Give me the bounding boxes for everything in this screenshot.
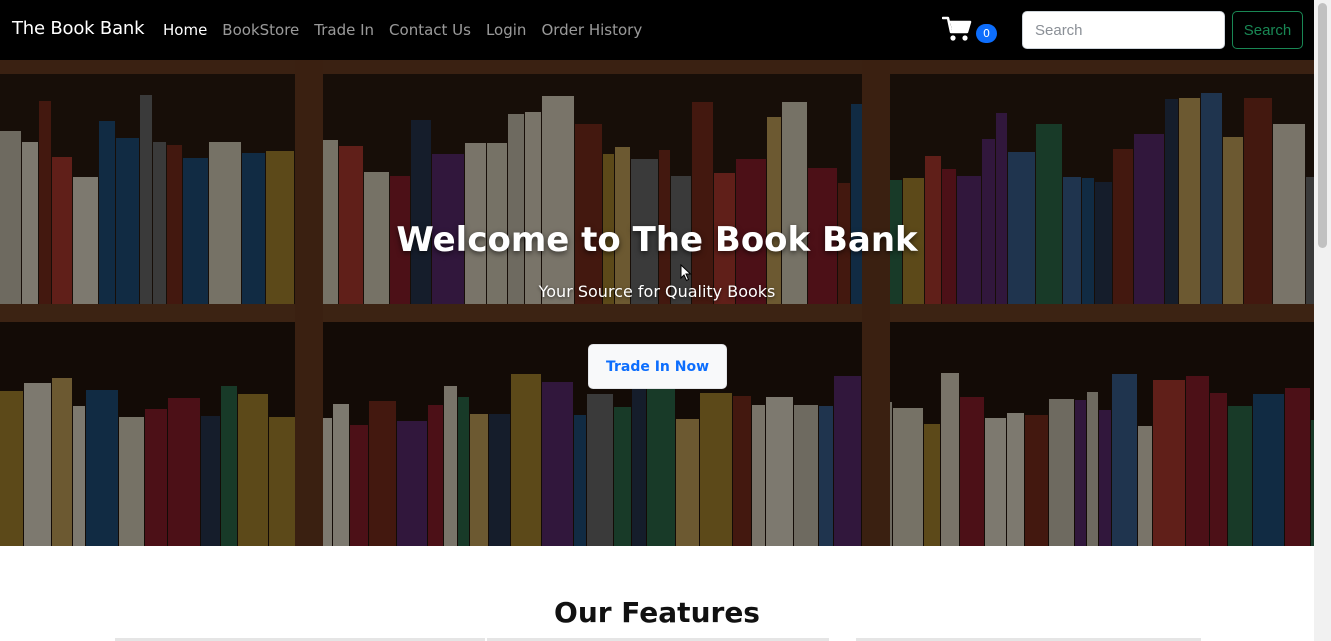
nav-link-order-history[interactable]: Order History [541,21,642,39]
shopping-cart-icon [942,16,972,41]
search-input[interactable] [1022,11,1225,49]
hero-subtitle: Your Source for Quality Books [538,282,776,301]
navbar: The Book Bank Home BookStore Trade In Co… [0,0,1314,60]
search-button[interactable]: Search [1232,11,1303,49]
nav-link-login[interactable]: Login [486,21,526,39]
nav-link-bookstore[interactable]: BookStore [222,21,299,39]
cart-count-badge: 0 [976,24,997,43]
nav-link-contact-us[interactable]: Contact Us [389,21,471,39]
mouse-cursor-icon [680,264,692,282]
hero-title: Welcome to The Book Bank [396,220,918,260]
brand-logo[interactable]: The Book Bank [12,18,145,39]
hero-overlay [0,60,1314,546]
features-heading: Our Features [554,596,760,629]
page-scrollbar[interactable] [1314,0,1331,641]
nav-link-home[interactable]: Home [163,21,207,39]
nav-link-trade-in[interactable]: Trade In [314,21,374,39]
trade-in-now-button[interactable]: Trade In Now [588,344,727,389]
nav-links: Home BookStore Trade In Contact Us Login… [163,21,657,39]
scrollbar-thumb[interactable] [1318,3,1327,248]
cart-button[interactable]: 0 [942,15,1002,45]
hero-section: Welcome to The Book Bank Your Source for… [0,60,1314,546]
